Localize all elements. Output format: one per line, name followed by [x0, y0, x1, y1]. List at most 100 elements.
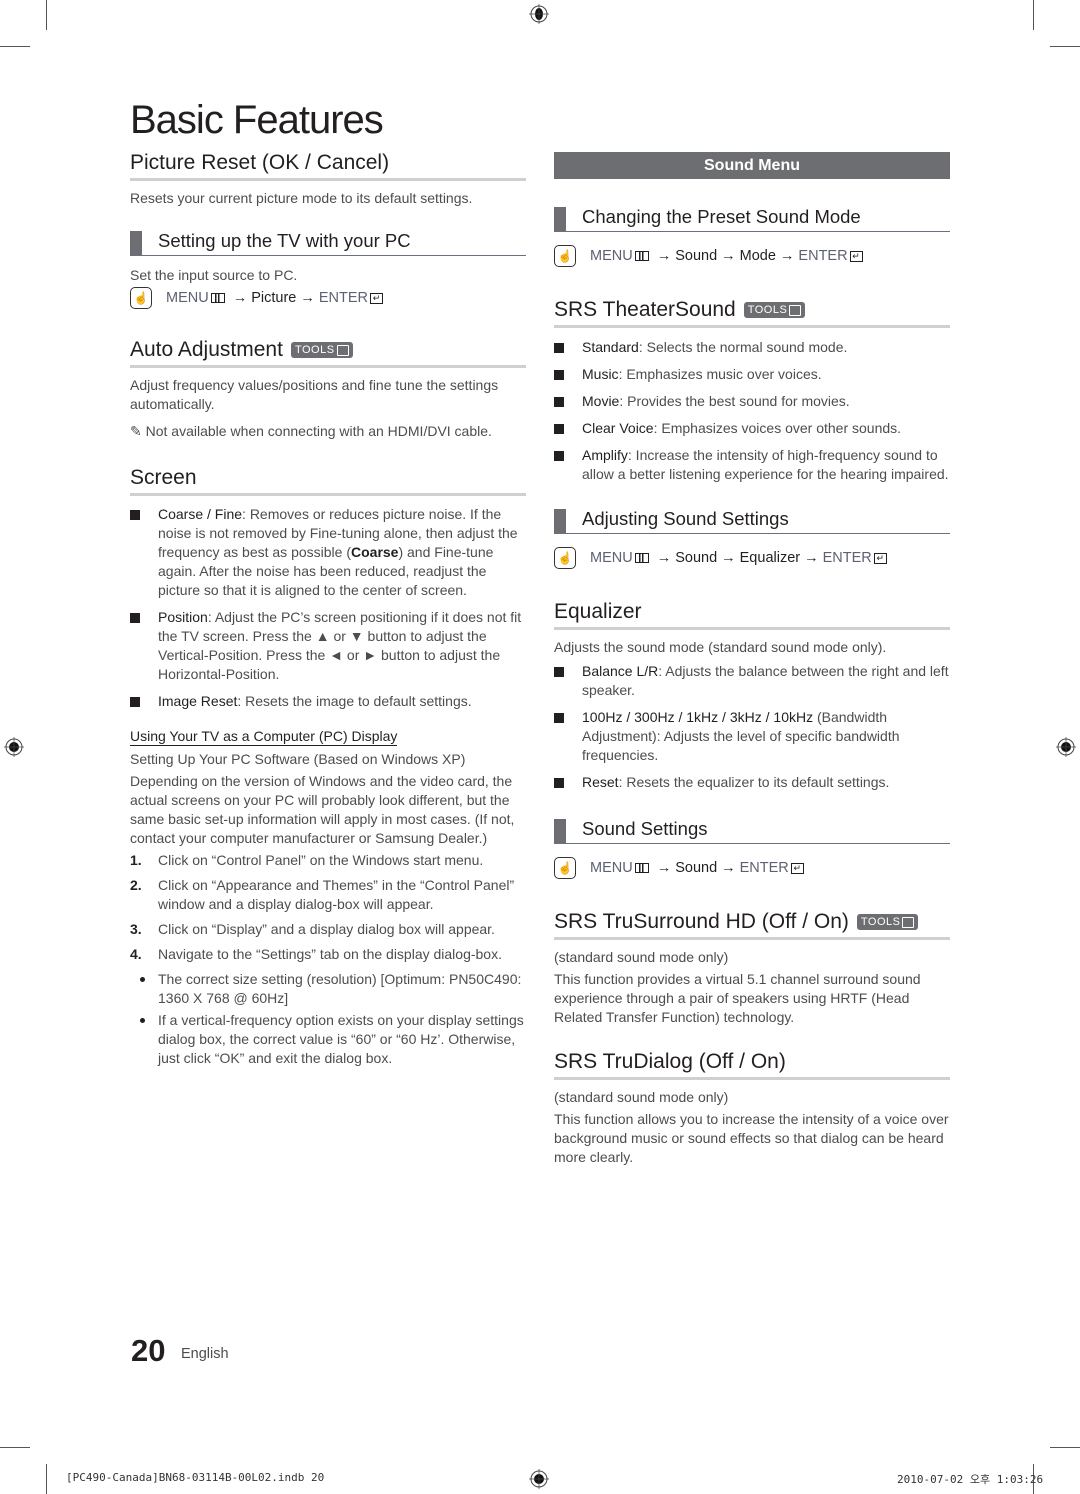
menu-icon [634, 251, 649, 261]
page-number: 20 [131, 1333, 166, 1368]
equalizer-text: Adjusts the sound mode (standard sound m… [554, 639, 887, 655]
list-item: Music: Emphasizes music over voices. [554, 365, 950, 384]
trudialog-text: This function allows you to increase the… [554, 1111, 949, 1165]
arrow-icon: → [656, 248, 672, 264]
bullet-square-icon [554, 713, 564, 723]
menu-path-item: Sound [675, 248, 718, 264]
bullet-square-icon [554, 343, 564, 353]
setting-up-pc-text: Set the input source to PC. [130, 267, 298, 283]
arrow-icon: → [779, 248, 795, 264]
registration-mark-icon [529, 1469, 549, 1489]
enter-key-label: ENTER [318, 290, 368, 306]
arrow-icon: → [300, 290, 315, 306]
list-item: Amplify: Increase the intensity of high-… [554, 446, 950, 484]
picture-reset-heading: Picture Reset (OK / Cancel) [130, 150, 526, 181]
registration-mark-icon [529, 4, 549, 24]
enter-key-label: ENTER [822, 550, 872, 566]
pencil-note-icon: ✎ [130, 423, 142, 439]
enter-key-label: ENTER [798, 248, 848, 264]
auto-adjustment-text: Adjust frequency values/positions and fi… [130, 377, 499, 412]
menu-icon [634, 553, 649, 563]
theater-sound-heading: SRS TheaterSound TOOLS [554, 297, 950, 328]
step-item: 3. Click on “Display” and a display dialo… [130, 921, 495, 937]
equalizer-options-list: Balance L/R: Adjusts the balance between… [554, 662, 950, 792]
tools-badge: TOOLS [856, 914, 919, 930]
pc-display-section: Using Your TV as a Computer (PC) Display [130, 727, 526, 746]
bullet-dot-icon [140, 1018, 145, 1023]
bullet-square-icon [554, 424, 564, 434]
list-item: Clear Voice: Emphasizes voices over othe… [554, 419, 950, 438]
menu-key-label: MENU [590, 860, 633, 876]
auto-adjustment-heading: Auto Adjustment TOOLS [130, 337, 526, 368]
crop-mark [0, 1447, 30, 1448]
bullet-square-icon [554, 397, 564, 407]
page-language: English [181, 1346, 229, 1362]
menu-path: ☝ MENU → Sound → Equalizer → ENTER ↵ [554, 547, 950, 569]
registration-mark-icon [4, 737, 24, 757]
arrow-icon: → [721, 860, 736, 876]
trusurround-note: (standard sound mode only) [554, 949, 729, 965]
crop-mark [1050, 1447, 1080, 1448]
tools-icon [336, 344, 349, 356]
trudialog-heading: SRS TruDialog (Off / On) [554, 1049, 950, 1080]
list-item: Position: Adjust the PC’s screen positio… [130, 608, 526, 684]
registration-mark-icon [1056, 737, 1076, 757]
screen-options-list: Coarse / Fine: Removes or reduces pictur… [130, 505, 526, 711]
screen-heading: Screen [130, 465, 526, 496]
preset-mode-heading: Changing the Preset Sound Mode [554, 204, 950, 232]
enter-icon: ↵ [873, 552, 887, 564]
menu-key-label: MENU [166, 290, 209, 306]
menu-path: ☝ MENU → Sound → ENTER ↵ [554, 857, 950, 879]
tools-badge: TOOLS [743, 302, 806, 318]
bullet-square-icon [130, 510, 140, 520]
arrow-icon: → [656, 860, 672, 876]
list-item: Movie: Provides the best sound for movie… [554, 392, 950, 411]
sound-settings-heading: Sound Settings [554, 816, 950, 844]
page-title: Basic Features [130, 98, 384, 142]
note: ✎ Not available when connecting with an … [130, 423, 492, 439]
print-slug-file: [PC490-Canada]BN68-03114B-00L02.indb 20 [66, 1471, 325, 1484]
list-item: Reset: Resets the equalizer to its defau… [554, 773, 950, 792]
pc-display-subheading: Setting Up Your PC Software (Based on Wi… [130, 751, 466, 767]
bullet-square-icon [554, 451, 564, 461]
crop-mark [46, 0, 47, 30]
arrow-icon: → [804, 550, 819, 566]
sound-modes-list: Standard: Selects the normal sound mode.… [554, 338, 950, 484]
arrow-icon: → [721, 550, 736, 566]
menu-path-item: Equalizer [739, 550, 801, 566]
menu-icon [634, 863, 649, 873]
step-item: 2. Click on “Appearance and Themes” in th… [130, 877, 515, 912]
enter-icon: ↵ [849, 250, 863, 262]
trudialog-note: (standard sound mode only) [554, 1089, 729, 1105]
menu-path-item: Sound [675, 550, 718, 566]
tools-badge: TOOLS [290, 342, 353, 358]
right-column: Sound Menu Changing the Preset Sound Mod… [554, 152, 950, 1167]
step-item: 4. Navigate to the “Settings” tab on the … [130, 946, 502, 962]
enter-icon: ↵ [790, 862, 804, 874]
bullet-square-icon [130, 613, 140, 623]
menu-path: ☝ MENU → Sound → Mode → ENTER ↵ [554, 245, 950, 267]
bullet-square-icon [554, 370, 564, 380]
setting-up-pc-heading: Setting up the TV with your PC [130, 228, 526, 256]
trusurround-text: This function provides a virtual 5.1 cha… [554, 971, 921, 1025]
left-column: Picture Reset (OK / Cancel) Resets your … [130, 150, 526, 1068]
remote-hand-icon: ☝ [130, 287, 152, 309]
remote-hand-icon: ☝ [554, 547, 576, 569]
steps-list: 1. Click on “Control Panel” on the Window… [130, 851, 526, 1068]
list-item: Balance L/R: Adjusts the balance between… [554, 662, 950, 700]
crop-mark [0, 46, 30, 47]
crop-mark [46, 1464, 47, 1494]
crop-mark [1050, 46, 1080, 47]
menu-path: ☝ MENU → Picture → ENTER ↵ [130, 287, 526, 309]
enter-key-label: ENTER [739, 860, 789, 876]
adjusting-heading: Adjusting Sound Settings [554, 506, 950, 534]
sound-menu-bar: Sound Menu [554, 152, 950, 179]
list-item: Image Reset: Resets the image to default… [130, 692, 526, 711]
menu-path-item: Sound [675, 860, 718, 876]
enter-icon: ↵ [370, 292, 383, 304]
pc-display-heading: Using Your TV as a Computer (PC) Display [130, 728, 398, 746]
step-item: 1. Click on “Control Panel” on the Window… [130, 852, 484, 868]
pc-display-intro: Depending on the version of Windows and … [130, 773, 515, 846]
trusurround-heading: SRS TruSurround HD (Off / On) TOOLS [554, 909, 950, 940]
menu-icon [210, 293, 225, 303]
